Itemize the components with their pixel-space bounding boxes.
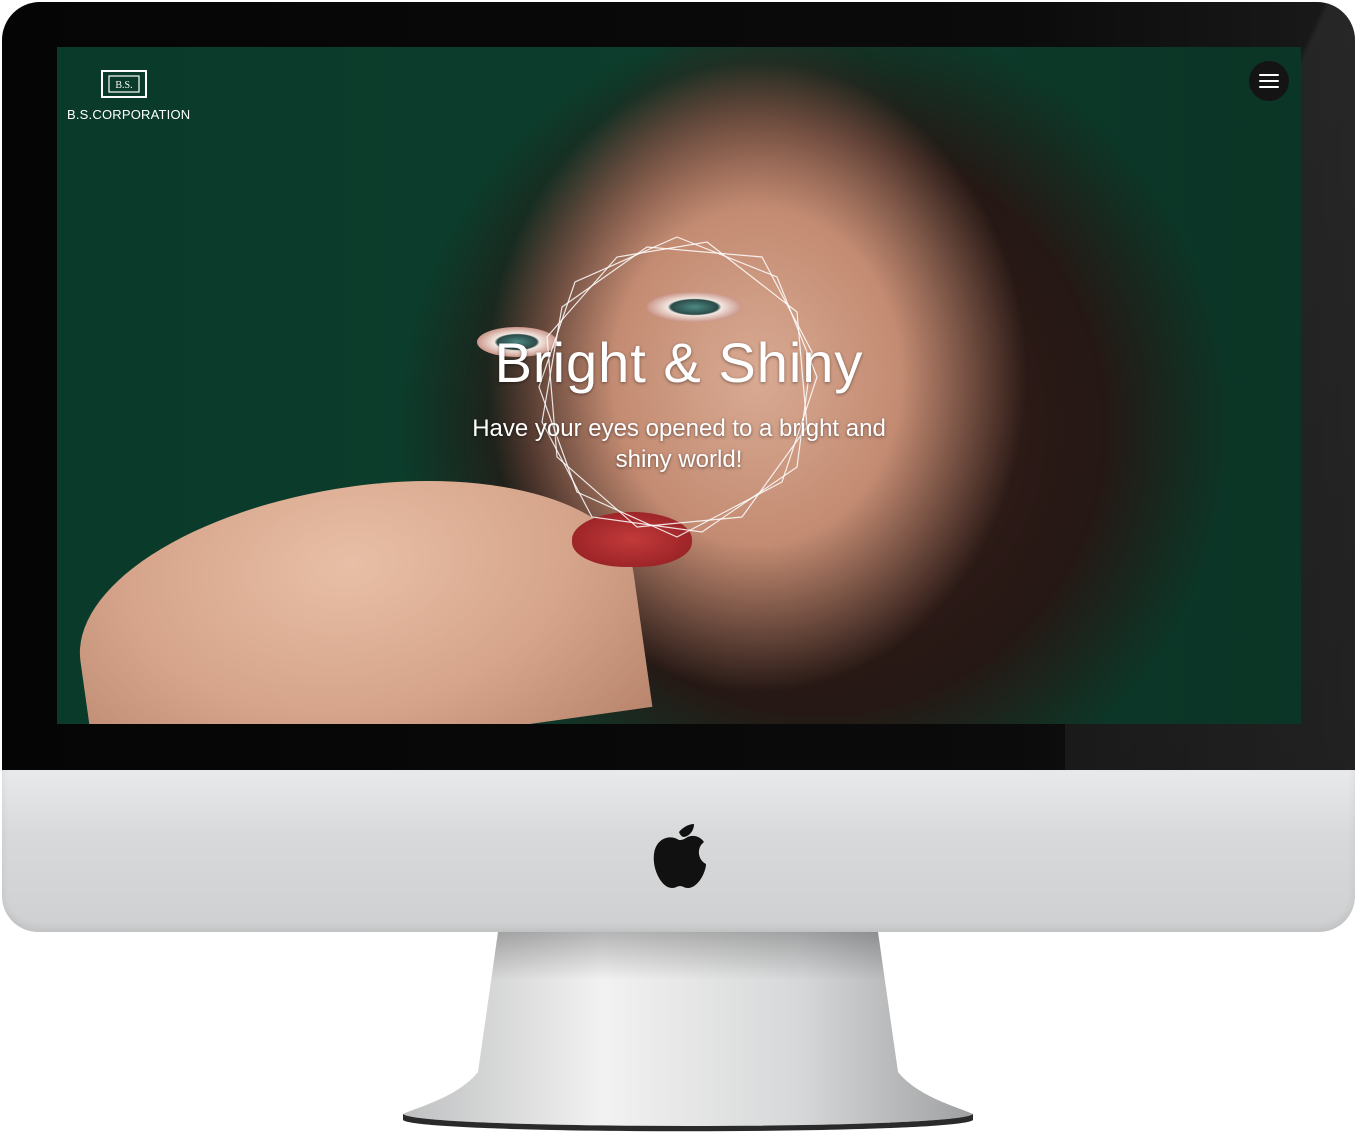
logo-text: B.S.CORPORATION bbox=[67, 107, 191, 122]
bs-logo-mark: B.S. bbox=[101, 70, 147, 98]
hero-subtitle: Have your eyes opened to a bright and sh… bbox=[472, 415, 886, 473]
menu-button[interactable] bbox=[1249, 61, 1289, 101]
site-logo[interactable]: B.S. B.S.CORPORATION bbox=[67, 67, 190, 127]
logo-mark-text: B.S. bbox=[115, 80, 132, 91]
monitor-stand bbox=[403, 932, 973, 1132]
imac-mockup: B.S. B.S.CORPORATION Bright & Shiny Have… bbox=[0, 0, 1357, 1135]
hero-title: Bright & Shiny bbox=[494, 331, 864, 394]
apple-logo-icon bbox=[653, 824, 706, 888]
website-screen: B.S. B.S.CORPORATION Bright & Shiny Have… bbox=[57, 47, 1301, 724]
